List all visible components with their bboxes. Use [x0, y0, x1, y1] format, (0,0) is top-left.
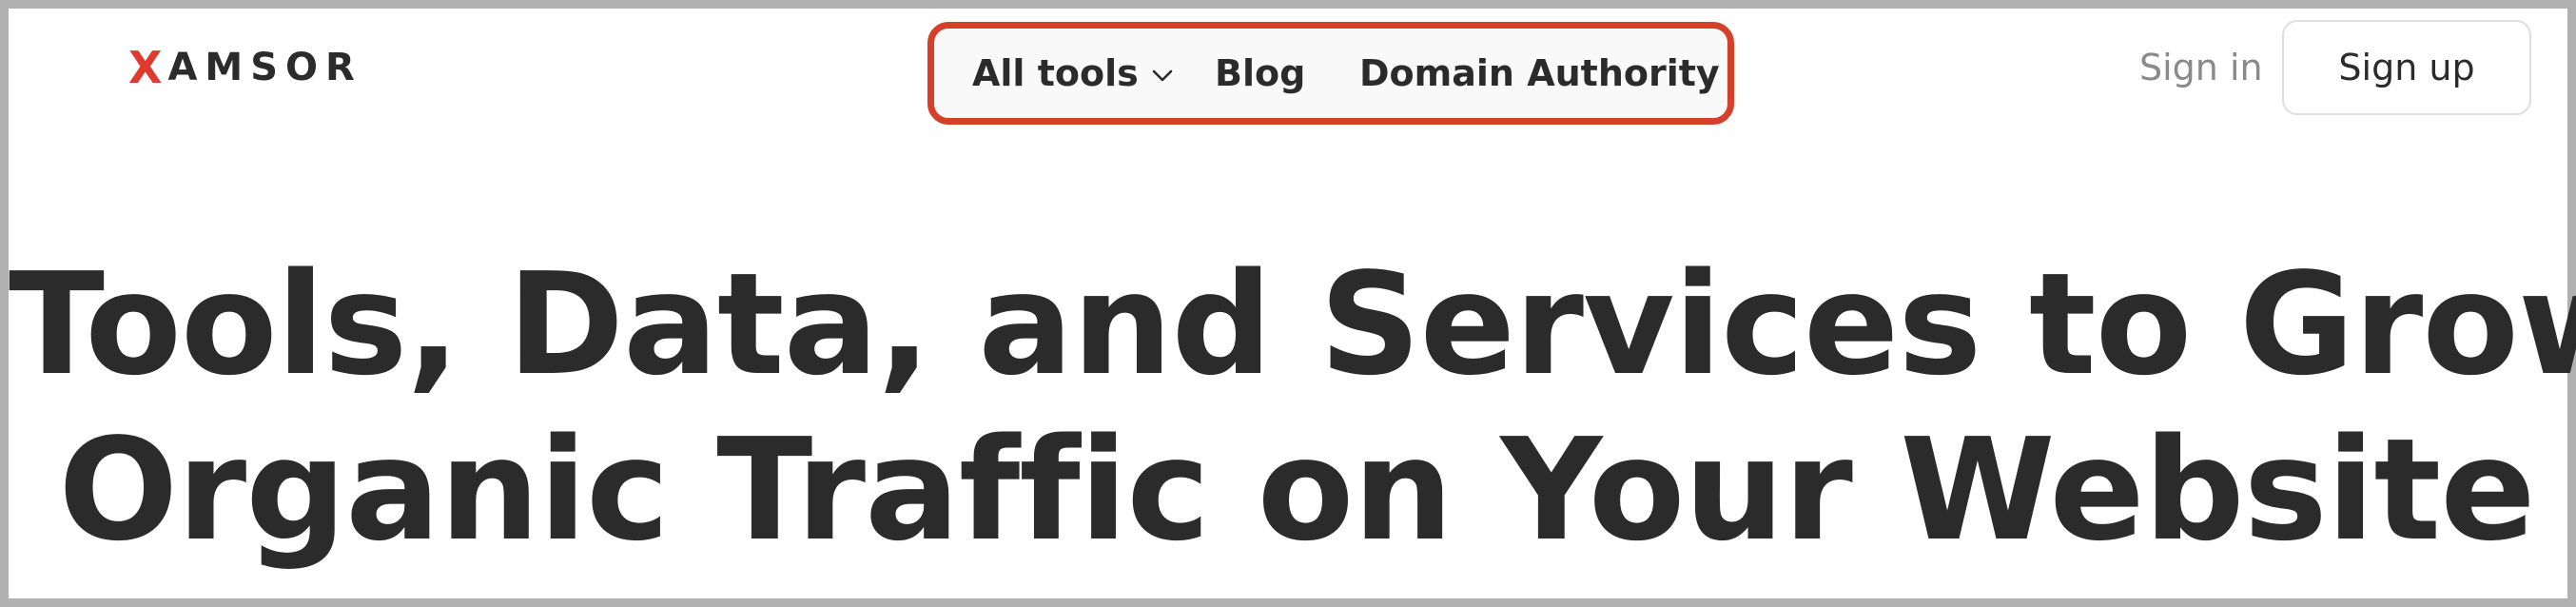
sign-in-link[interactable]: Sign in [2139, 39, 2263, 96]
chevron-down-icon [1152, 69, 1173, 82]
logo-wordmark: AMSOR [167, 46, 362, 89]
nav-item-blog[interactable]: Blog [1215, 29, 1305, 118]
nav-item-all-tools[interactable]: All tools [972, 29, 1173, 118]
hero-heading-line-2: Organic Traffic on Your Website [58, 408, 2535, 572]
nav-item-label: Blog [1215, 52, 1306, 94]
main-nav: All tools Blog Domain Authority [927, 22, 1734, 125]
page-frame: X AMSOR All tools Blog Domain Authority S… [0, 0, 2576, 607]
nav-item-label: Domain Authority [1359, 52, 1720, 94]
sign-up-button[interactable]: Sign up [2282, 20, 2531, 115]
nav-item-domain-authority[interactable]: Domain Authority [1359, 29, 1720, 118]
brand-logo[interactable]: X AMSOR [128, 42, 362, 93]
hero-heading: Tools, Data, and Services to Grow Organi… [9, 242, 2576, 573]
logo-accent-letter: X [128, 42, 168, 93]
nav-item-label: All tools [972, 52, 1139, 94]
hero-heading-line-1: Tools, Data, and Services to Grow [9, 243, 2576, 406]
